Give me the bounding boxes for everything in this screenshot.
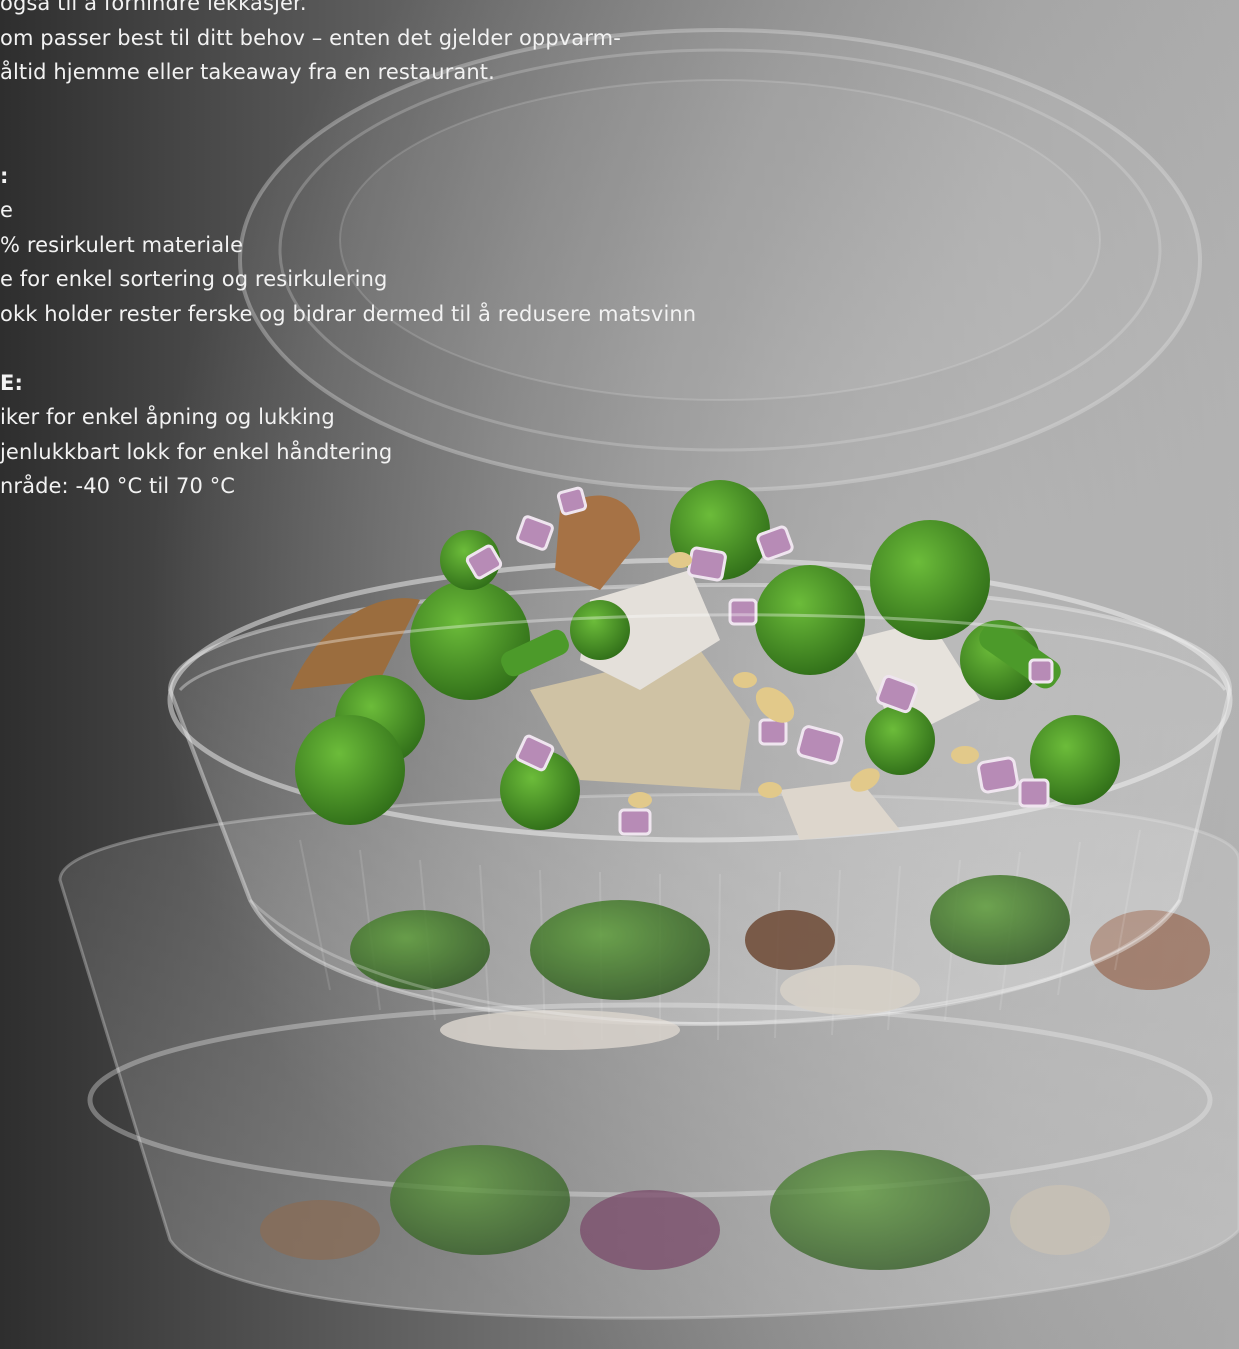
environment-item: e [0, 198, 14, 222]
feature-item: jenlukkbart lokk for enkel håndtering [0, 439, 393, 464]
intro-line-2: om passer best til ditt behov – enten de… [0, 25, 621, 50]
product-page: også til å forhindre lekkasjer. om passe… [0, 0, 1239, 1349]
environment-item: okk holder rester ferske og bidrar derme… [0, 301, 697, 326]
intro-line-3: åltid hjemme eller takeaway fra en resta… [0, 60, 495, 84]
feature-item: nråde: -40 °C til 70 °C [0, 474, 236, 498]
environment-item: % resirkulert materiale [0, 232, 244, 257]
section-heading-environment: : [0, 163, 9, 188]
intro-line-1: også til å forhindre lekkasjer. [0, 0, 307, 15]
feature-item: iker for enkel åpning og lukking [0, 405, 335, 429]
product-description: også til å forhindre lekkasjer. om passe… [0, 0, 720, 504]
section-heading-features: E: [0, 370, 23, 395]
environment-item: e for enkel sortering og resirkulering [0, 267, 388, 291]
